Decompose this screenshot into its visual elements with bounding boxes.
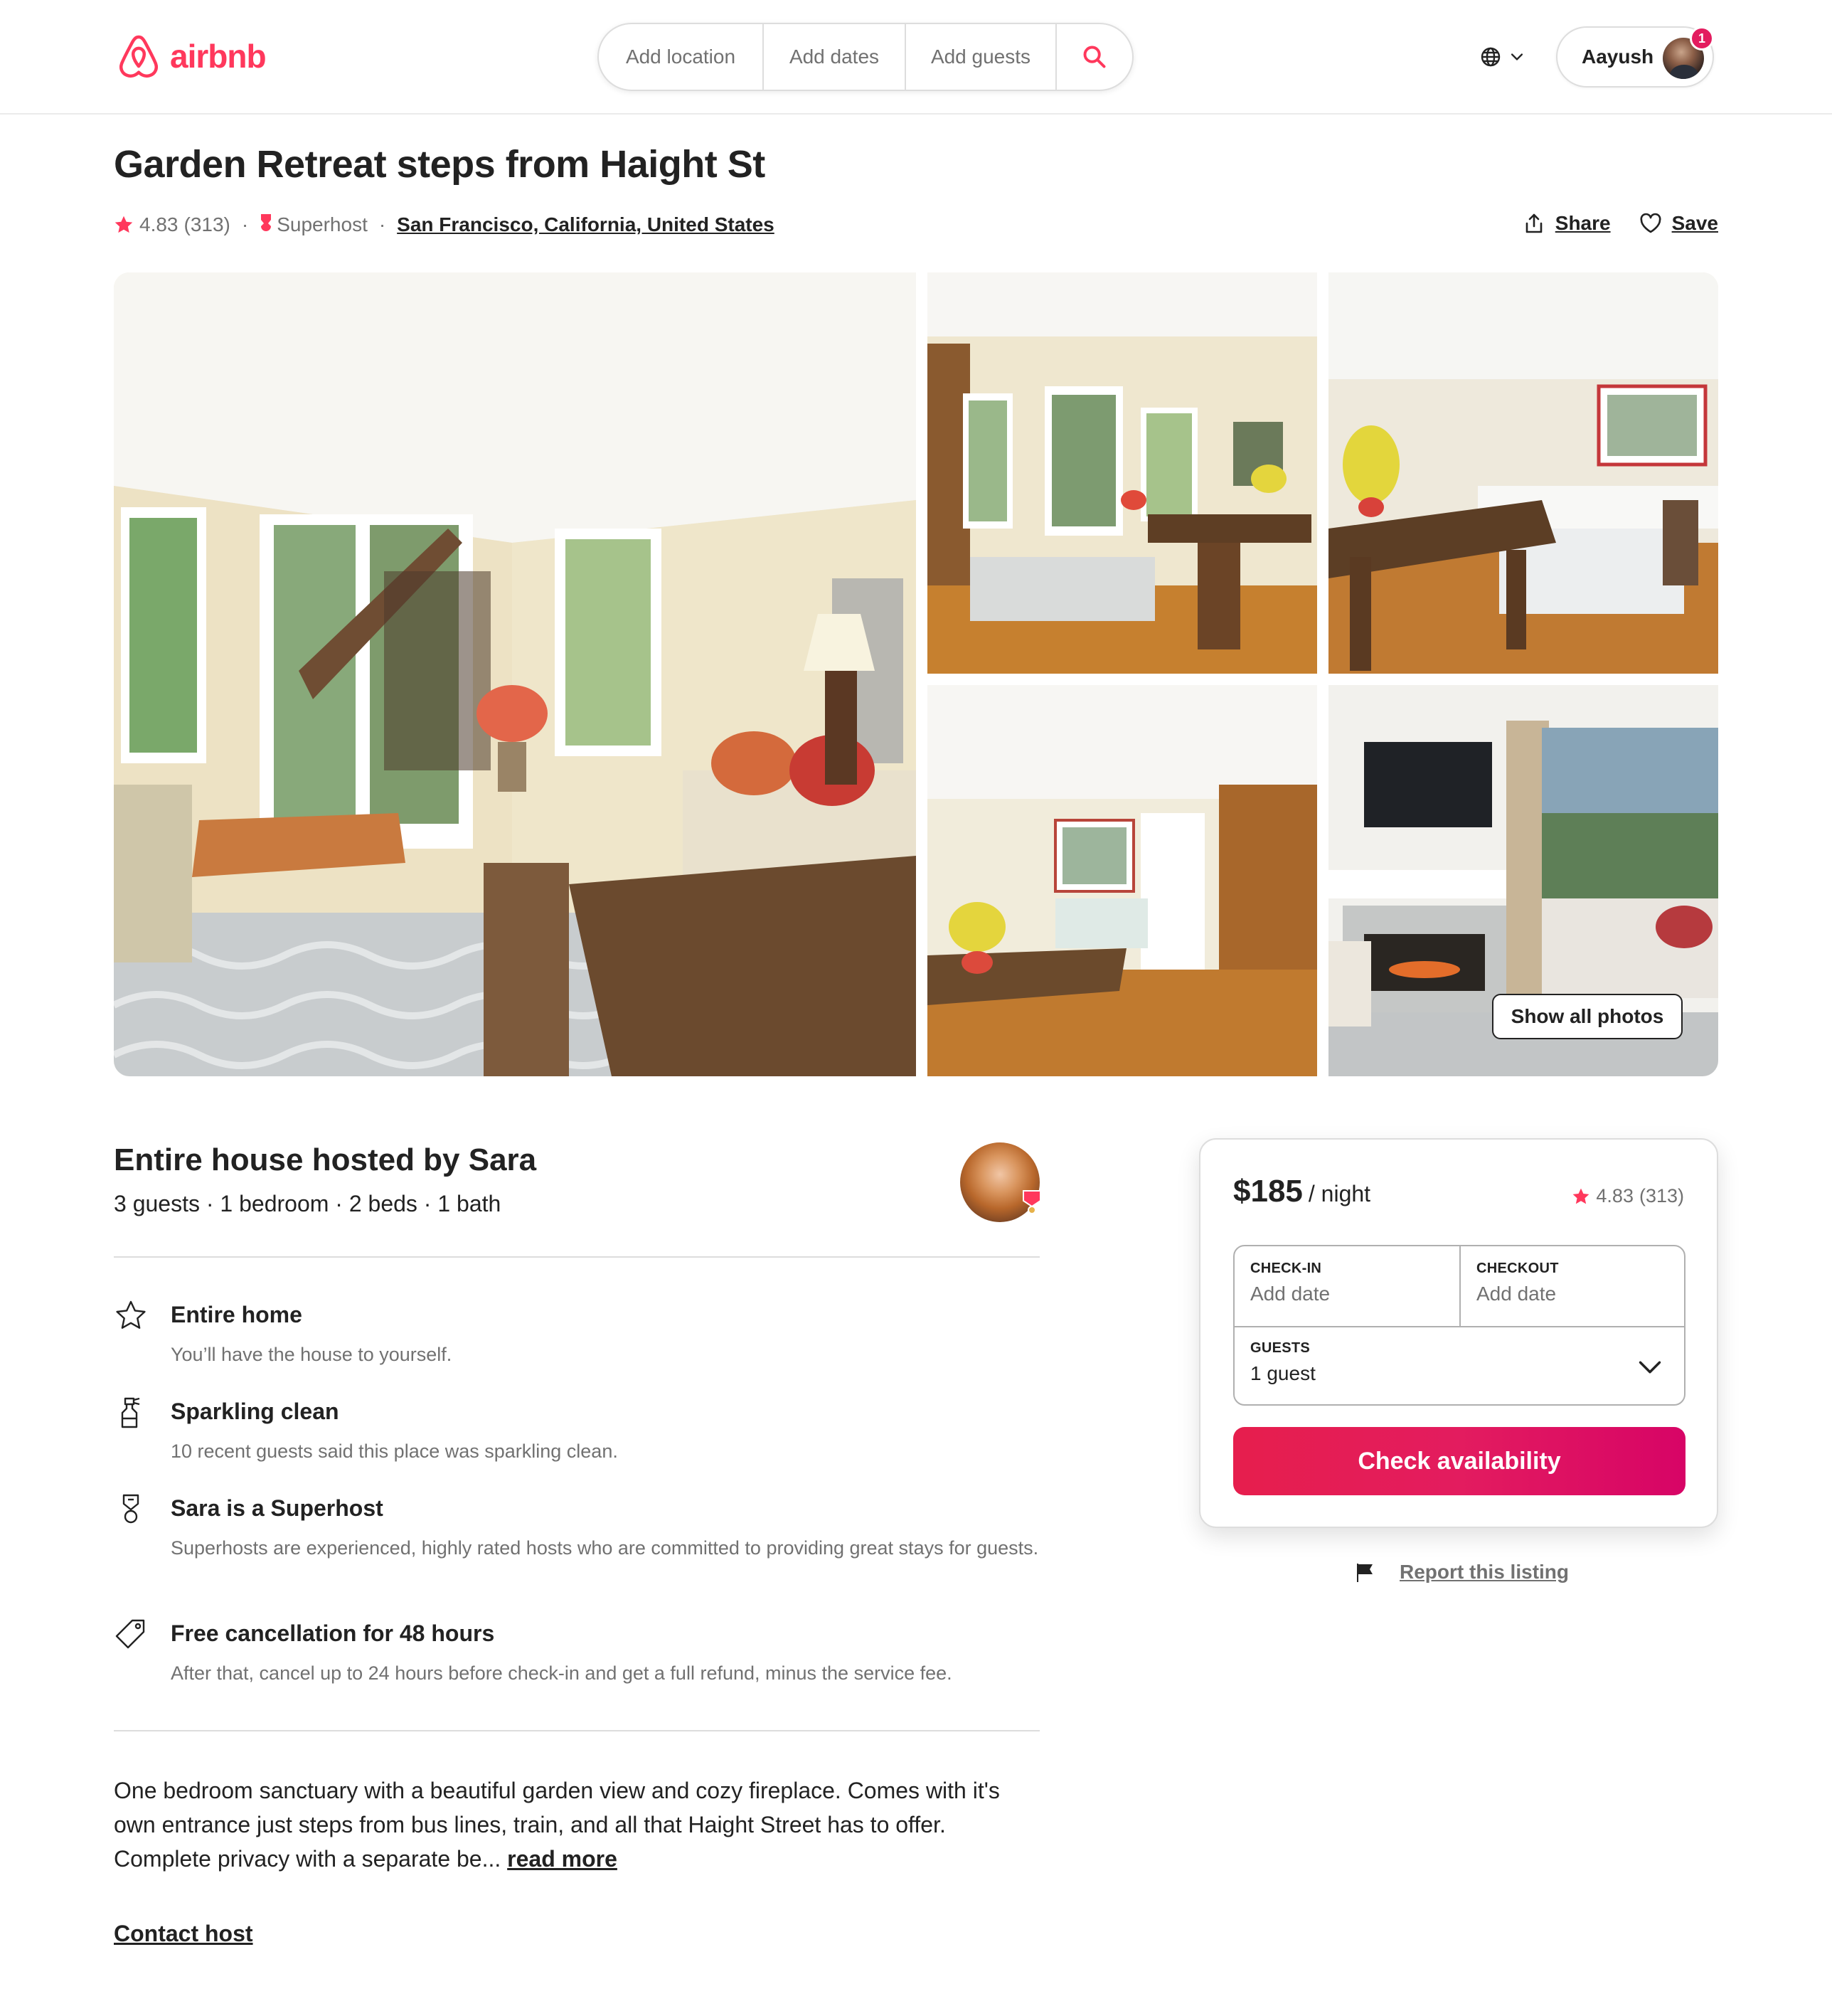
per-night-label: / night (1308, 1181, 1371, 1206)
date-guest-picker: CHECK-IN Add date CHECKOUT Add date GUES… (1233, 1245, 1685, 1406)
card-rating-value: 4.83 (1596, 1185, 1634, 1206)
nightly-price: $185 (1233, 1174, 1303, 1209)
feature-title: Free cancellation for 48 hours (171, 1620, 495, 1646)
listing-title: Garden Retreat steps from Haight St (114, 143, 765, 186)
superhost-medal-icon (122, 1494, 139, 1524)
checkin-field[interactable]: CHECK-IN Add date (1250, 1261, 1330, 1305)
feature-description: You’ll have the house to yourself. (171, 1344, 452, 1365)
feature-title: Sparkling clean (171, 1399, 339, 1424)
search-location-button[interactable]: Add location (599, 24, 764, 90)
airbnb-belo-icon (119, 35, 159, 78)
gallery-photo-4[interactable] (927, 685, 1317, 1076)
heart-icon (1640, 213, 1661, 233)
share-button[interactable]: Share (1523, 212, 1611, 235)
superhost-label: Superhost (277, 213, 368, 235)
guests-value: 1 guest (1250, 1362, 1316, 1384)
gallery-photo-2[interactable] (927, 272, 1317, 674)
listing-actions: Share Save (1523, 212, 1718, 235)
search-bar[interactable]: Add location Add dates Add guests (597, 23, 1134, 91)
price-tag-icon (115, 1619, 145, 1649)
separator-dot: · (241, 213, 249, 235)
living-room-photo (114, 272, 916, 1076)
star-icon (114, 216, 133, 233)
star-icon (1573, 1188, 1589, 1204)
listing-description: One bedroom sanctuary with a beautiful g… (114, 1773, 1040, 1876)
top-nav-bar: airbnb Add location Add dates Add guests… (0, 0, 1832, 115)
chevron-down-icon[interactable] (1637, 1354, 1663, 1380)
field-divider (1459, 1246, 1461, 1326)
guests-select[interactable]: GUESTS 1 guest (1250, 1340, 1316, 1385)
globe-icon (1481, 47, 1501, 67)
feature-description: 10 recent guests said this place was spa… (171, 1441, 618, 1462)
notification-badge: 1 (1690, 26, 1714, 51)
report-listing-link[interactable]: Report this listing (1353, 1561, 1569, 1583)
rating-value: 4.83 (139, 213, 179, 235)
feature-description: After that, cancel up to 24 hours before… (171, 1662, 952, 1684)
home-icon (116, 1300, 146, 1329)
share-label: Share (1555, 212, 1611, 234)
airbnb-logo[interactable]: airbnb (117, 33, 267, 80)
chevron-down-icon (1511, 53, 1523, 60)
card-rating: 4.83 (313) (1572, 1185, 1684, 1207)
overview-title: Entire house hosted by Sara (114, 1142, 537, 1177)
feature-title: Sara is a Superhost (171, 1495, 383, 1521)
contact-host-link[interactable]: Contact host (114, 1921, 253, 1947)
spray-bottle-icon (121, 1397, 140, 1428)
location-link[interactable]: San Francisco, California, United States (397, 213, 774, 236)
save-label: Save (1671, 212, 1718, 234)
price-display: $185 / night (1233, 1174, 1370, 1209)
show-all-photos-button[interactable]: Show all photos (1492, 994, 1683, 1039)
review-count-link[interactable]: (313) (184, 213, 230, 236)
booking-card: $185 / night 4.83 (313) CHECK-IN Add dat… (1199, 1138, 1718, 1528)
superhost-medal-icon (261, 214, 272, 232)
superhost-badge-icon (1023, 1190, 1041, 1214)
search-dates-button[interactable]: Add dates (764, 24, 906, 90)
logo-wordmark: airbnb (170, 38, 267, 75)
gallery-photo-main[interactable] (114, 272, 916, 1076)
listing-meta-row: 4.83 (313) · Superhost · San Francisco, … (114, 211, 774, 239)
read-more-link[interactable]: read more (507, 1846, 617, 1872)
language-currency-button[interactable] (1479, 41, 1535, 73)
section-divider (114, 1256, 1040, 1258)
guests-label: GUESTS (1250, 1340, 1311, 1356)
feature-description: Superhosts are experienced, highly rated… (171, 1537, 1039, 1559)
checkin-value: Add date (1250, 1283, 1331, 1305)
workspace-photo (1328, 272, 1718, 674)
search-icon (1083, 46, 1106, 68)
feature-title: Entire home (171, 1302, 302, 1327)
check-availability-button[interactable]: Check availability (1233, 1427, 1685, 1495)
flag-icon (1357, 1564, 1373, 1582)
user-name: Aayush (1582, 46, 1654, 68)
checkout-field[interactable]: CHECKOUT Add date (1476, 1261, 1559, 1305)
dining-area-photo (927, 272, 1317, 674)
separator-dot: · (378, 213, 386, 235)
user-menu-button[interactable]: Aayush 1 (1556, 26, 1714, 87)
gallery-photo-3[interactable] (1328, 272, 1718, 674)
share-icon (1525, 213, 1543, 233)
hallway-photo (927, 685, 1317, 1076)
checkout-value: Add date (1476, 1283, 1557, 1305)
photo-gallery (114, 272, 1718, 1076)
search-submit-button[interactable] (1057, 24, 1132, 90)
card-review-count-link[interactable]: (313) (1639, 1185, 1684, 1207)
overview-subtitle: 3 guests · 1 bedroom · 2 beds · 1 bath (114, 1191, 501, 1216)
checkin-label: CHECK-IN (1250, 1261, 1322, 1276)
section-divider (114, 1730, 1040, 1731)
field-divider (1235, 1326, 1684, 1327)
checkout-label: CHECKOUT (1476, 1261, 1559, 1276)
report-listing-label: Report this listing (1400, 1561, 1569, 1583)
save-button[interactable]: Save (1639, 212, 1718, 235)
search-guests-button[interactable]: Add guests (906, 24, 1057, 90)
host-avatar[interactable] (960, 1142, 1041, 1222)
